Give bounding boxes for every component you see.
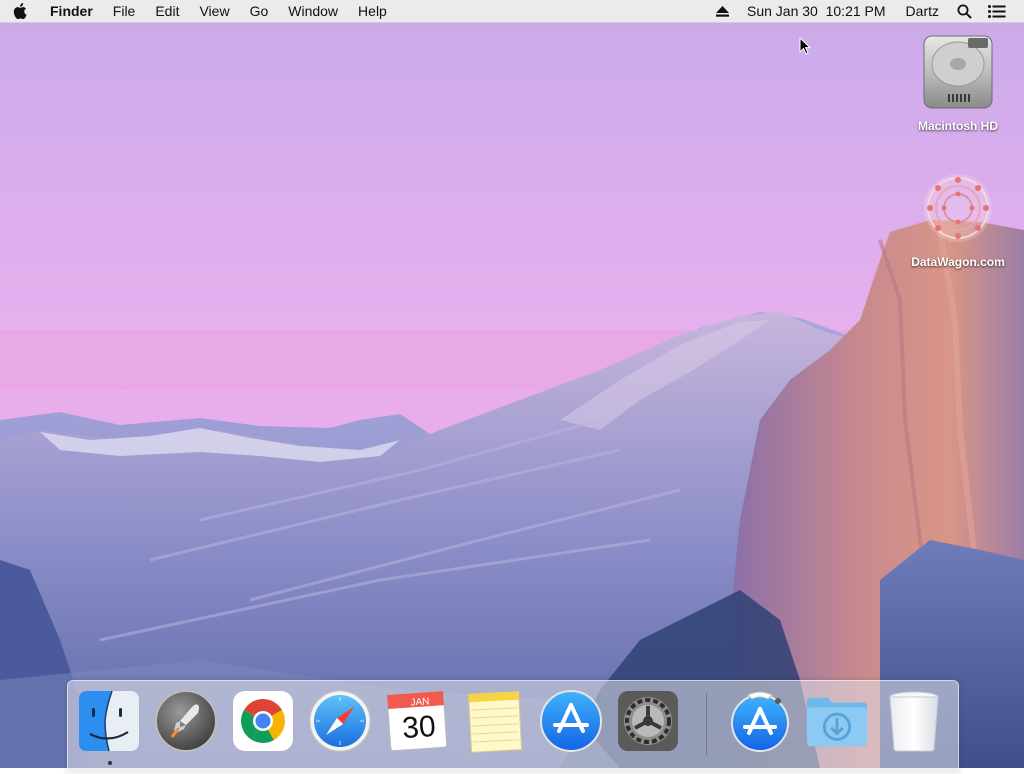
desktop-wallpaper	[0, 0, 1024, 768]
desktop-item-label: DataWagon.com	[911, 255, 1005, 269]
menu-bar-right: Sun Jan 30 10:21 PM Dartz	[708, 0, 1024, 22]
dock-item-notes[interactable]	[462, 689, 526, 753]
apple-menu[interactable]	[0, 3, 40, 19]
dock-item-app-store-installer[interactable]	[728, 689, 792, 753]
dock-item-app-store[interactable]	[539, 689, 603, 753]
launchpad-icon	[155, 690, 217, 752]
safari-icon	[309, 690, 371, 752]
dock-item-safari[interactable]	[308, 689, 372, 753]
dock-item-launchpad[interactable]	[154, 689, 218, 753]
notification-center-button[interactable]	[980, 0, 1014, 22]
dock-item-calendar[interactable]: JAN 30	[385, 689, 449, 753]
menu-go[interactable]: Go	[240, 0, 279, 22]
downloads-folder-icon	[806, 697, 868, 747]
desktop-item-macintosh-hd[interactable]: Macintosh HD	[898, 32, 1018, 133]
menu-file[interactable]: File	[103, 0, 146, 22]
apple-logo-icon	[13, 3, 27, 19]
notification-center-icon	[988, 4, 1006, 18]
hard-drive-icon	[923, 35, 993, 109]
dock: JAN 30	[67, 680, 959, 774]
spotlight-search-icon	[957, 4, 972, 19]
calendar-day: 30	[401, 709, 437, 746]
chrome-icon	[233, 691, 293, 751]
app-store-icon	[540, 690, 602, 752]
mouse-cursor-icon	[799, 37, 811, 55]
calendar-month: JAN	[410, 696, 430, 709]
dock-separator	[706, 693, 707, 755]
dock-item-trash[interactable]	[882, 689, 946, 753]
desktop-item-datawagon[interactable]: DataWagon.com	[898, 168, 1018, 269]
yosemite-landscape	[0, 0, 1024, 768]
spotlight-button[interactable]	[949, 0, 980, 22]
menu-view[interactable]: View	[189, 0, 239, 22]
menu-app-name[interactable]: Finder	[40, 0, 103, 22]
eject-icon	[716, 5, 729, 17]
dock-item-finder[interactable]	[77, 689, 141, 753]
trash-icon	[889, 691, 939, 752]
menu-clock[interactable]: Sun Jan 30 10:21 PM	[737, 0, 896, 22]
menu-bar-left: Finder File Edit View Go Window Help	[0, 0, 397, 22]
menu-bar: Finder File Edit View Go Window Help Sun…	[0, 0, 1024, 23]
finder-icon	[79, 690, 139, 752]
finder-running-indicator	[108, 761, 112, 765]
dock-item-chrome[interactable]	[231, 689, 295, 753]
menu-user[interactable]: Dartz	[896, 0, 949, 22]
notes-icon	[468, 691, 523, 753]
menu-window[interactable]: Window	[278, 0, 348, 22]
eject-menu-extra[interactable]	[708, 0, 737, 22]
desktop-item-label: Macintosh HD	[917, 119, 998, 133]
datawagon-logo-icon	[924, 174, 992, 242]
app-store-installer-icon	[731, 691, 789, 752]
menu-help[interactable]: Help	[348, 0, 397, 22]
dock-item-system-preferences[interactable]	[616, 689, 680, 753]
system-preferences-icon	[618, 691, 678, 751]
menu-edit[interactable]: Edit	[145, 0, 189, 22]
dock-item-downloads[interactable]	[805, 689, 869, 753]
